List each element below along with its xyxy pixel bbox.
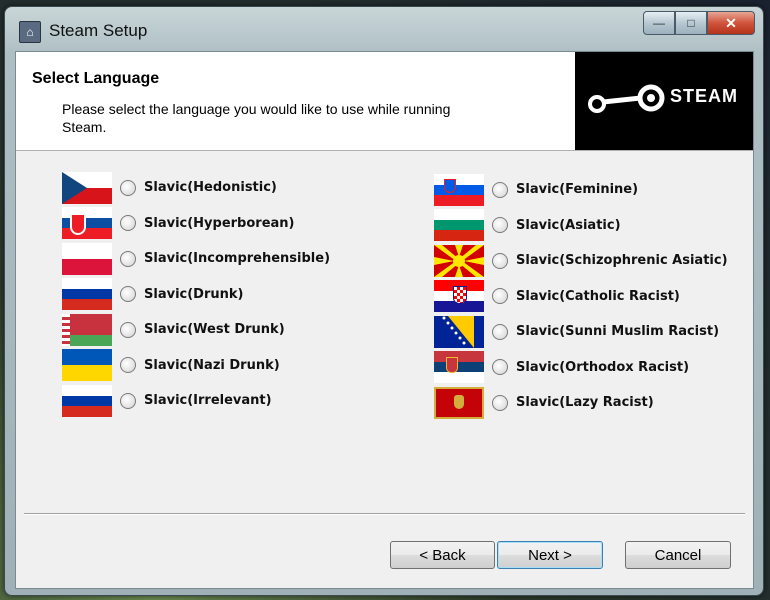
language-label: Slavic(West Drunk): [144, 322, 285, 338]
language-label: Slavic(Lazy Racist): [516, 395, 654, 411]
slovakia-flag-icon: [62, 207, 112, 240]
setup-window: ⌂ Steam Setup — □ ✕ Select Language Plea…: [4, 6, 764, 596]
ukraine-flag-icon: [62, 349, 112, 382]
language-option[interactable]: Slavic(Schizophrenic Asiatic): [434, 243, 728, 279]
language-option[interactable]: Slavic(Lazy Racist): [434, 385, 728, 421]
russia-flag-icon: [62, 384, 112, 417]
language-option[interactable]: Slavic(Hedonistic): [62, 170, 330, 206]
language-option[interactable]: Slavic(West Drunk): [62, 312, 330, 348]
language-radio[interactable]: [492, 181, 508, 198]
belarus-flag-icon: [62, 313, 112, 346]
language-option[interactable]: Slavic(Orthodox Racist): [434, 350, 728, 386]
language-option[interactable]: Slavic(Incomprehensible): [62, 241, 330, 277]
language-option[interactable]: Slavic(Drunk): [62, 277, 330, 313]
page-subtitle: Please select the language you would lik…: [62, 101, 451, 135]
footer-divider: [24, 513, 745, 515]
cancel-button[interactable]: Cancel: [625, 541, 731, 569]
language-label: Slavic(Catholic Racist): [516, 288, 680, 304]
montenegro-flag-icon: [434, 386, 484, 419]
bulgaria-flag-icon: [434, 209, 484, 242]
language-radio[interactable]: [492, 359, 508, 376]
installer-icon: ⌂: [19, 21, 41, 43]
maximize-button[interactable]: □: [675, 11, 707, 35]
back-button[interactable]: < Back: [390, 541, 495, 569]
russia-flag-icon: [62, 278, 112, 311]
language-radio[interactable]: [120, 215, 136, 232]
language-radio[interactable]: [120, 392, 136, 409]
czech-flag-icon: [62, 171, 112, 204]
dialog-client: Select Language Please select the langua…: [15, 51, 754, 589]
language-option[interactable]: Slavic(Feminine): [434, 172, 728, 208]
language-list-left: Slavic(Hedonistic) Slavic(Hyperborean) S…: [62, 170, 330, 419]
language-label: Slavic(Orthodox Racist): [516, 359, 690, 375]
language-label: Slavic(Drunk): [144, 286, 244, 302]
language-radio[interactable]: [492, 394, 508, 411]
slovenia-flag-icon: [434, 173, 484, 206]
window-title: Steam Setup: [49, 21, 148, 40]
language-option[interactable]: Slavic(Catholic Racist): [434, 279, 728, 315]
language-radio[interactable]: [120, 286, 136, 303]
dialog-header: Select Language Please select the langua…: [16, 52, 753, 151]
language-label: Slavic(Irrelevant): [144, 393, 272, 409]
language-option[interactable]: Slavic(Hyperborean): [62, 206, 330, 242]
language-label: Slavic(Hedonistic): [144, 180, 277, 196]
language-radio[interactable]: [492, 217, 508, 234]
language-radio[interactable]: [120, 250, 136, 267]
minimize-button[interactable]: —: [643, 11, 675, 35]
steam-logo: STEAM: [575, 52, 753, 150]
serbia-flag-icon: [434, 351, 484, 384]
language-label: Slavic(Asiatic): [516, 217, 621, 233]
language-label: Slavic(Hyperborean): [144, 215, 295, 231]
language-radio[interactable]: [120, 321, 136, 338]
close-button[interactable]: ✕: [707, 11, 755, 35]
language-label: Slavic(Nazi Drunk): [144, 357, 280, 373]
language-radio[interactable]: [492, 323, 508, 340]
bosnia-flag-icon: [434, 315, 484, 348]
language-list-right: Slavic(Feminine) Slavic(Asiatic) Slavic(…: [434, 172, 728, 421]
page-title: Select Language: [32, 70, 160, 87]
language-option[interactable]: Slavic(Asiatic): [434, 208, 728, 244]
steam-logo-icon: [588, 84, 665, 113]
language-option[interactable]: Slavic(Sunni Muslim Racist): [434, 314, 728, 350]
window-controls: — □ ✕: [643, 11, 755, 35]
language-option[interactable]: Slavic(Nazi Drunk): [62, 348, 330, 384]
next-button[interactable]: Next >: [497, 541, 603, 569]
language-label: Slavic(Sunni Muslim Racist): [516, 324, 720, 340]
language-radio[interactable]: [492, 288, 508, 305]
poland-flag-icon: [62, 242, 112, 275]
language-radio[interactable]: [492, 252, 508, 269]
croatia-flag-icon: [434, 280, 484, 313]
language-option[interactable]: Slavic(Irrelevant): [62, 383, 330, 419]
language-radio[interactable]: [120, 357, 136, 374]
language-radio[interactable]: [120, 179, 136, 196]
language-label: Slavic(Schizophrenic Asiatic): [516, 253, 728, 269]
title-bar[interactable]: ⌂ Steam Setup — □ ✕: [5, 7, 763, 49]
language-label: Slavic(Incomprehensible): [144, 251, 331, 267]
language-label: Slavic(Feminine): [516, 182, 639, 198]
steam-logo-text: STEAM: [670, 86, 738, 106]
macedonia-flag-icon: [434, 244, 484, 277]
